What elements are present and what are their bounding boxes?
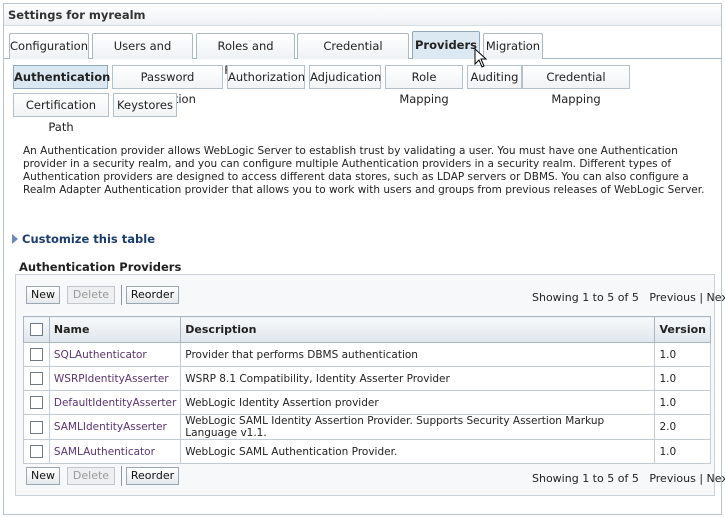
tab-roles-and-policies[interactable]: Roles and Policies	[196, 33, 295, 77]
table-row: DefaultIdentityAsserter WebLogic Identit…	[23, 390, 711, 415]
row-select-cell	[23, 342, 50, 367]
subtab-password-validation[interactable]: Password Validation	[112, 65, 223, 106]
expand-arrow-icon	[12, 234, 18, 244]
provider-name-link[interactable]: DefaultIdentityAsserter	[48, 390, 182, 415]
provider-description: WebLogic Identity Assertion provider	[180, 390, 656, 415]
row-checkbox[interactable]	[29, 396, 43, 409]
column-name[interactable]: Name	[48, 316, 182, 343]
paging-status: Showing 1 to 5 of 5	[532, 291, 639, 304]
new-button-top[interactable]: New	[26, 286, 60, 304]
subtab-adjudication[interactable]: Adjudication	[309, 65, 381, 89]
column-description: Description	[180, 316, 656, 343]
provider-name-link[interactable]: SAMLIdentityAsserter	[48, 414, 182, 440]
provider-version: 1.0	[654, 439, 711, 464]
provider-description: WebLogic SAML Authentication Provider.	[180, 439, 656, 464]
provider-version: 1.0	[654, 342, 711, 367]
next-link[interactable]: Next	[707, 472, 725, 485]
provider-description: Provider that performs DBMS authenticati…	[180, 342, 656, 367]
tab-configuration[interactable]: Configuration	[9, 33, 89, 59]
subtab-credential-mapping[interactable]: Credential Mapping	[522, 65, 630, 106]
row-checkbox[interactable]	[29, 445, 43, 458]
tab-credential-mappings[interactable]: Credential Mappings	[297, 33, 409, 77]
delete-button-bottom[interactable]: Delete	[67, 467, 115, 485]
tab-migration[interactable]: Migration	[483, 33, 543, 59]
delete-button-top[interactable]: Delete	[67, 286, 115, 304]
tab-users-and-groups[interactable]: Users and Groups	[92, 33, 193, 77]
provider-subtabs: Authentication Password Validation Autho…	[4, 65, 721, 134]
page-title: Settings for myrealm	[8, 8, 146, 22]
title-bar: Settings for myrealm	[4, 4, 721, 26]
previous-link[interactable]: Previous	[649, 291, 696, 304]
row-select-cell	[23, 439, 50, 464]
provider-version: 2.0	[654, 414, 711, 440]
toolbar-separator	[121, 285, 122, 305]
select-all-checkbox[interactable]	[29, 323, 43, 337]
provider-description: WebLogic SAML Identity Assertion Provide…	[180, 414, 656, 440]
row-select-cell	[23, 414, 50, 440]
table-row: WSRPIdentityAsserter WSRP 8.1 Compatibil…	[23, 366, 711, 391]
main-tabs: Configuration Users and Groups Roles and…	[4, 31, 721, 77]
table-row: SAMLIdentityAsserter WebLogic SAML Ident…	[23, 414, 711, 440]
table-row: SQLAuthenticator Provider that performs …	[23, 342, 711, 367]
providers-table: Name Description Version SQLAuthenticato…	[23, 316, 711, 464]
provider-name-link[interactable]: SAMLAuthenticator	[48, 439, 182, 464]
intro-text: An Authentication provider allows WebLog…	[23, 145, 705, 196]
reorder-button-bottom[interactable]: Reorder	[126, 467, 179, 485]
row-select-cell	[23, 366, 50, 391]
next-link[interactable]: Next	[707, 291, 725, 304]
provider-description: WSRP 8.1 Compatibility, Identity Asserte…	[180, 366, 656, 391]
select-all-header	[23, 316, 50, 343]
paging-separator: |	[699, 472, 704, 485]
tab-providers[interactable]: Providers	[412, 31, 480, 59]
subtab-authentication[interactable]: Authentication	[13, 65, 110, 89]
provider-version: 1.0	[654, 366, 711, 391]
customize-label: Customize this table	[22, 232, 155, 246]
subtab-authorization[interactable]: Authorization	[227, 65, 305, 89]
previous-link[interactable]: Previous	[649, 472, 696, 485]
provider-name-link[interactable]: WSRPIdentityAsserter	[48, 366, 182, 391]
row-select-cell	[23, 390, 50, 415]
customize-table-link[interactable]: Customize this table	[12, 232, 155, 246]
new-button-bottom[interactable]: New	[26, 467, 60, 485]
subtab-role-mapping[interactable]: Role Mapping	[385, 65, 463, 106]
row-checkbox[interactable]	[29, 372, 43, 385]
section-title: Authentication Providers	[19, 260, 182, 274]
subtab-keystores[interactable]: Keystores	[113, 93, 177, 117]
toolbar-separator	[121, 466, 122, 486]
provider-name-link[interactable]: SQLAuthenticator	[48, 342, 182, 367]
providers-panel: New Delete Reorder Showing 1 to 5 of 5 P…	[15, 274, 725, 496]
provider-version: 1.0	[654, 390, 711, 415]
paging-status: Showing 1 to 5 of 5	[532, 472, 639, 485]
row-checkbox[interactable]	[29, 420, 43, 434]
settings-frame: Settings for myrealm Configuration Users…	[3, 3, 725, 515]
row-checkbox[interactable]	[29, 348, 43, 361]
table-row: SAMLAuthenticator WebLogic SAML Authenti…	[23, 439, 711, 464]
paging-separator: |	[699, 291, 704, 304]
column-version: Version	[654, 316, 711, 343]
reorder-button-top[interactable]: Reorder	[126, 286, 179, 304]
table-header-row: Name Description Version	[23, 316, 711, 343]
paging-bottom: Showing 1 to 5 of 5 Previous | Next	[532, 472, 725, 485]
subtab-certification-path[interactable]: Certification Path	[13, 93, 109, 134]
paging-top: Showing 1 to 5 of 5 Previous | Next	[532, 291, 725, 304]
mouse-pointer-icon	[474, 48, 488, 68]
